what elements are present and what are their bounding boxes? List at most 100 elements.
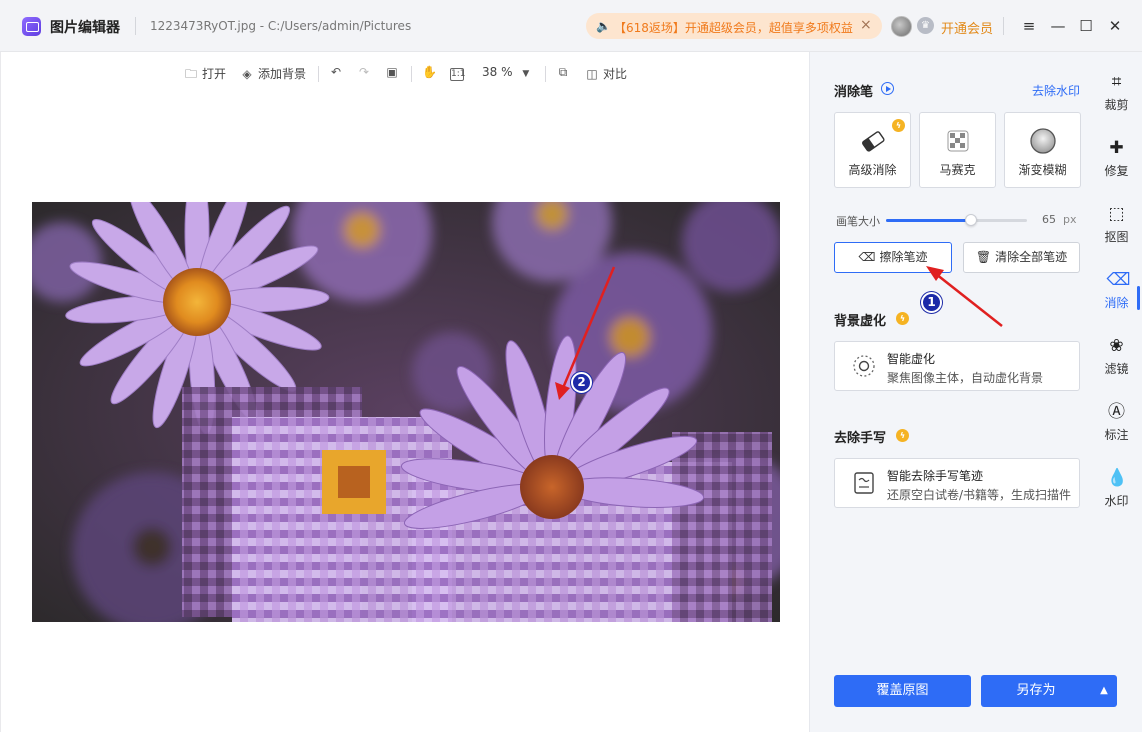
brush-size-value: 65 px — [1042, 213, 1077, 226]
edit-panel: 消除笔 去除水印 ϟ 高级消除 马赛克 渐变模糊 画笔大小 65 px ⌫ 擦除笔… — [809, 52, 1091, 732]
undo-icon: ↶ — [330, 65, 342, 79]
crop-icon: ⌗ — [1111, 72, 1122, 92]
handwriting-section-title: 去除手写 — [834, 431, 887, 446]
rail-label: 水印 — [1104, 494, 1129, 508]
remove-watermark-link[interactable]: 去除水印 — [1032, 82, 1080, 99]
smart-blur-title: 智能虚化 — [887, 352, 936, 366]
rail-item-watermark[interactable]: 💧 水印 — [1091, 468, 1142, 509]
toolbar-divider — [411, 66, 412, 82]
undo-button[interactable]: ↶ — [329, 65, 347, 79]
watermark-drop-icon: 💧 — [1106, 468, 1128, 488]
canvas-area: 🗀 打开 ◈ 添加背景 ↶ ↷ ▣ ✋ 1:1 38 % ▼ ⧉ ◫ 对比 — [0, 52, 809, 732]
blur-circle-icon — [1030, 128, 1056, 154]
edited-photo[interactable] — [32, 202, 780, 622]
add-background-label: 添加背景 — [258, 67, 307, 81]
document-scan-icon — [854, 472, 874, 494]
brush-size-label: 画笔大小 — [836, 215, 880, 228]
tool-rail: ⌗ 裁剪 ✚ 修复 ⬚ 抠图 ⌫ 消除 ❀ 滤镜 Ⓐ 标注 💧 水印 ▲ — [1091, 52, 1142, 732]
rail-item-repair[interactable]: ✚ 修复 — [1091, 138, 1142, 179]
image-icon: ▣ — [386, 65, 398, 79]
rail-item-cutout[interactable]: ⬚ 抠图 — [1091, 204, 1142, 245]
add-background-button[interactable]: ◈ 添加背景 — [240, 65, 306, 82]
rail-label: 消除 — [1104, 296, 1129, 310]
hand-icon: ✋ — [422, 65, 437, 79]
cutout-icon: ⬚ — [1108, 204, 1125, 224]
bandage-icon: ✚ — [1109, 138, 1124, 158]
mosaic-icon — [947, 130, 969, 152]
close-button[interactable]: ✕ — [1104, 14, 1126, 38]
menu-icon[interactable]: ≡ — [1018, 14, 1040, 38]
vip-crown-icon: ♛ — [917, 17, 934, 34]
speaker-icon: 🔈 — [596, 19, 611, 33]
step-marker-2: 2 — [571, 372, 592, 393]
maximize-button[interactable]: ☐ — [1075, 14, 1097, 38]
fit-button[interactable]: ⧉ — [556, 65, 574, 80]
chevron-down-icon: ▼ — [522, 69, 530, 79]
brush-size-slider[interactable] — [886, 214, 1027, 226]
title-divider-2 — [1003, 17, 1004, 35]
focus-blur-icon — [853, 355, 875, 377]
smart-blur-subtitle: 聚焦图像主体，自动虚化背景 — [887, 371, 1044, 385]
eraser-section-title: 消除笔 — [834, 85, 874, 100]
eraser-icon: ⌫ — [1106, 270, 1131, 290]
mosaic-card[interactable]: 马赛克 — [919, 112, 996, 188]
rail-label: 标注 — [1104, 428, 1129, 442]
app-logo-icon — [22, 17, 41, 36]
eraser-icon — [862, 131, 885, 152]
rail-item-crop[interactable]: ⌗ 裁剪 — [1091, 72, 1142, 113]
rail-item-annotate[interactable]: Ⓐ 标注 — [1091, 402, 1142, 443]
zoom-dropdown[interactable]: 38 % ▼ — [482, 65, 529, 79]
promo-close-button[interactable]: × — [860, 17, 872, 33]
rail-label: 修复 — [1104, 164, 1129, 178]
minimize-button[interactable]: — — [1047, 14, 1069, 38]
advanced-erase-label: 高级消除 — [848, 163, 897, 177]
gradient-blur-label: 渐变模糊 — [1018, 163, 1067, 177]
step-marker-1: 1 — [921, 292, 942, 313]
redo-button[interactable]: ↷ — [357, 65, 375, 79]
gradient-blur-card[interactable]: 渐变模糊 — [1004, 112, 1081, 188]
remove-handwriting-card[interactable]: 智能去除手写笔迹 还原空白试卷/书籍等，生成扫描件 — [834, 458, 1080, 508]
premium-coin-icon: ϟ — [896, 429, 909, 442]
rail-label: 滤镜 — [1104, 362, 1129, 376]
remove-handwriting-title: 智能去除手写笔迹 — [887, 469, 984, 483]
rail-item-erase[interactable]: ⌫ 消除 — [1091, 270, 1142, 311]
compare-label: 对比 — [603, 67, 628, 81]
eraser-small-icon: ⌫ — [858, 250, 876, 264]
overwrite-original-button[interactable]: 覆盖原图 — [834, 675, 971, 707]
brush-size-unit: px — [1063, 213, 1077, 226]
rail-label: 抠图 — [1104, 230, 1129, 244]
title-bar: 图片编辑器 1223473RyOT.jpg - C:/Users/admin/P… — [0, 0, 1142, 52]
annotate-icon: Ⓐ — [1108, 402, 1125, 422]
promo-text[interactable]: 【618返场】开通超级会员，超值享多项权益 — [614, 19, 853, 36]
rail-scrollbar[interactable] — [1137, 286, 1140, 310]
pan-button[interactable]: ✋ — [422, 65, 440, 79]
redo-icon: ↷ — [358, 65, 370, 79]
one-to-one-icon: 1:1 — [450, 68, 466, 81]
open-button[interactable]: 🗀 打开 — [184, 65, 226, 86]
image-button[interactable]: ▣ — [385, 65, 403, 79]
file-path: 1223473RyOT.jpg - C:/Users/admin/Picture… — [150, 19, 412, 33]
layers-icon: ◈ — [242, 67, 252, 81]
remove-handwriting-subtitle: 还原空白试卷/书籍等，生成扫描件 — [887, 488, 1072, 502]
advanced-erase-card[interactable]: ϟ 高级消除 — [834, 112, 911, 188]
zoom-value: 38 % — [482, 65, 513, 79]
open-vip-link[interactable]: 开通会员 — [941, 18, 993, 37]
play-tutorial-icon[interactable] — [881, 82, 894, 95]
promo-banner[interactable]: 🔈 【618返场】开通超级会员，超值享多项权益 × — [586, 13, 882, 39]
rail-item-filter[interactable]: ❀ 滤镜 — [1091, 336, 1142, 377]
rail-label: 裁剪 — [1104, 98, 1129, 112]
save-as-button[interactable]: 另存为 — [981, 675, 1091, 707]
folder-icon: 🗀 — [184, 67, 197, 81]
toolbar-divider — [318, 66, 319, 82]
user-avatar[interactable] — [891, 16, 912, 37]
compare-button[interactable]: ◫ 对比 — [585, 65, 627, 82]
photo-canvas — [32, 202, 780, 622]
blur-section-title: 背景虚化 — [834, 314, 887, 329]
annotation-arrow-1 — [926, 266, 1003, 327]
actual-size-button[interactable]: 1:1 — [450, 65, 468, 81]
smart-blur-card[interactable]: 智能虚化 聚焦图像主体，自动虚化背景 — [834, 341, 1080, 391]
brush-size-handle[interactable] — [964, 214, 977, 226]
open-label: 打开 — [202, 67, 227, 81]
save-as-dropdown-button[interactable]: ▲ — [1091, 675, 1117, 707]
canvas-toolbar: 🗀 打开 ◈ 添加背景 ↶ ↷ ▣ ✋ 1:1 38 % ▼ ⧉ ◫ 对比 — [1, 52, 810, 96]
